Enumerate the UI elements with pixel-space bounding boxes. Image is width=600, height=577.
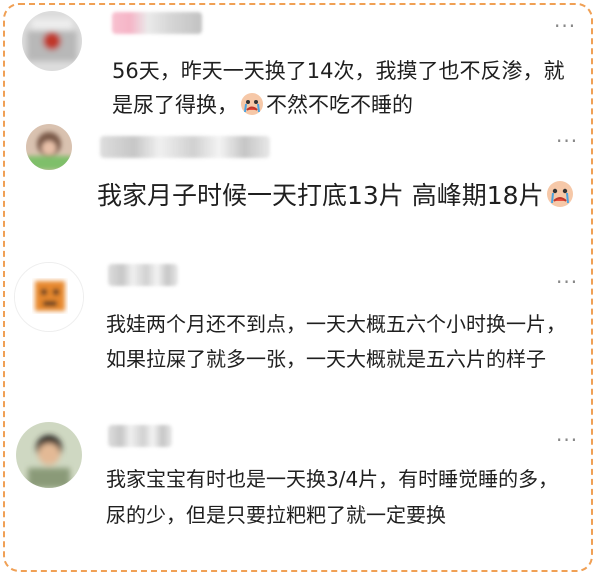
- more-options-button[interactable]: ···: [556, 272, 578, 292]
- user-avatar[interactable]: [14, 262, 84, 332]
- comment-text: 我娃两个月还不到点，一天大概五六个小时换一片，如果拉屎了就多一张，一天大概就是五…: [106, 312, 566, 371]
- blurred-avatar-icon: [26, 124, 72, 170]
- blurred-avatar-icon: [15, 263, 83, 331]
- more-options-button[interactable]: ···: [556, 131, 578, 151]
- user-avatar[interactable]: [22, 11, 82, 71]
- comment-text: 我家宝宝有时也是一天换3/4片，有时睡觉睡的多，尿的少，但是只要拉粑粑了就一定要…: [106, 467, 559, 527]
- more-options-button[interactable]: ···: [554, 16, 576, 36]
- username-blurred[interactable]: [108, 264, 178, 286]
- user-avatar[interactable]: [16, 422, 82, 488]
- crying-face-emoji: [240, 92, 264, 126]
- username-blurred[interactable]: [112, 12, 202, 34]
- blurred-avatar-icon: [22, 11, 82, 71]
- crying-face-emoji: [546, 180, 574, 220]
- comment-text: 56天，昨天一天换了14次，我摸了也不反渗，就是尿了得换， 不然不吃不睡的: [112, 54, 567, 126]
- more-options-button[interactable]: ···: [556, 430, 578, 450]
- user-avatar[interactable]: [26, 124, 72, 170]
- username-blurred[interactable]: [108, 425, 172, 447]
- blurred-avatar-icon: [16, 422, 82, 488]
- username-blurred[interactable]: [100, 136, 270, 158]
- comment-text: 我家月子时候一天打底13片 高峰期18片: [97, 176, 577, 220]
